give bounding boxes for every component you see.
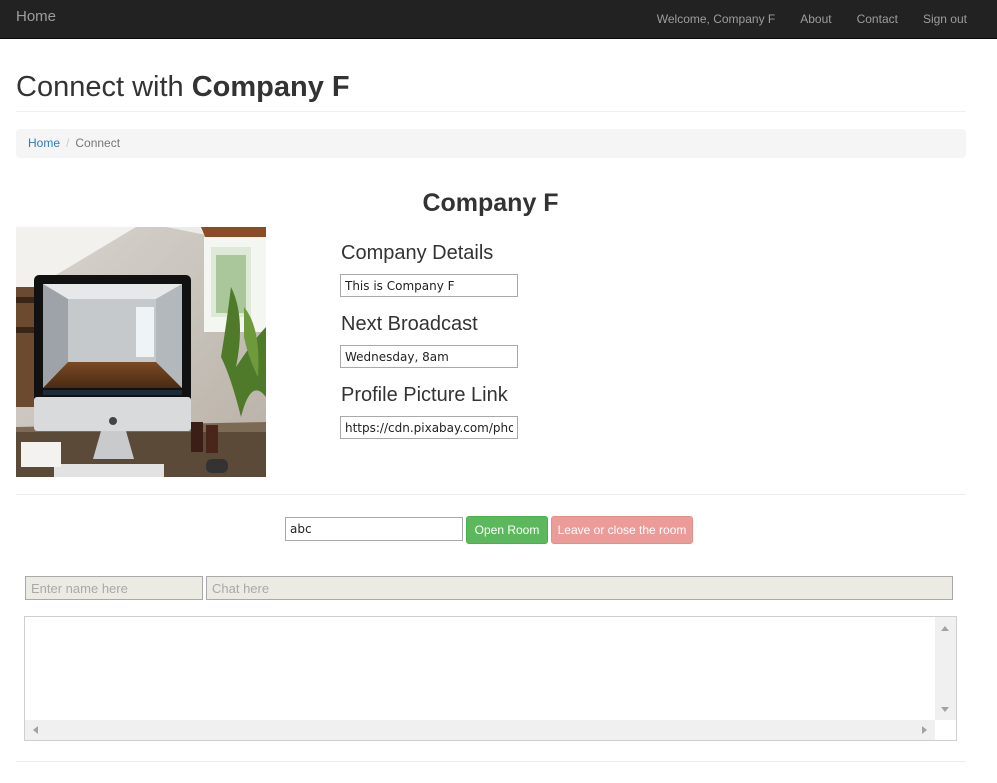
breadcrumb-separator: / [66, 136, 70, 150]
welcome-user-link[interactable]: Welcome, Company F [657, 12, 775, 26]
breadcrumb: Home / Connect [16, 129, 966, 158]
profile-picture-link-field[interactable] [340, 416, 518, 439]
vertical-scrollbar[interactable] [935, 617, 956, 720]
chat-message-input[interactable] [206, 576, 953, 600]
chat-name-input[interactable] [25, 576, 203, 600]
sign-out-link[interactable]: Sign out [923, 12, 967, 26]
page-title-company: Company F [191, 71, 350, 103]
chat-output-area[interactable] [24, 616, 957, 741]
company-details-label: Company Details [341, 242, 494, 264]
room-id-input[interactable] [285, 517, 463, 541]
scrollbar-corner [935, 720, 956, 740]
navbar-brand-home-link[interactable]: Home [16, 8, 56, 25]
breadcrumb-home-link[interactable]: Home [28, 136, 60, 150]
profile-picture-link-label: Profile Picture Link [341, 384, 508, 406]
top-navbar: Home Welcome, Company F About Contact Si… [0, 0, 997, 39]
navbar-right-links: Welcome, Company F About Contact Sign ou… [657, 0, 967, 38]
page-title: Connect with Company F [16, 68, 966, 106]
desktop-computer-photo-icon [16, 227, 266, 477]
company-details-field[interactable] [340, 274, 518, 297]
contact-link[interactable]: Contact [857, 12, 898, 26]
breadcrumb-current: Connect [75, 136, 121, 150]
scroll-left-arrow-icon[interactable] [33, 726, 38, 734]
next-broadcast-label: Next Broadcast [341, 313, 478, 335]
page-title-prefix: Connect with [16, 71, 192, 103]
scroll-down-arrow-icon[interactable] [941, 707, 949, 712]
horizontal-scrollbar[interactable] [25, 720, 935, 740]
footer-divider [16, 761, 966, 762]
about-link[interactable]: About [800, 12, 831, 26]
open-room-button[interactable]: Open Room [466, 516, 548, 544]
page-header: Connect with Company F [16, 68, 966, 112]
scroll-right-arrow-icon[interactable] [922, 726, 927, 734]
leave-room-button[interactable]: Leave or close the room [551, 516, 693, 544]
next-broadcast-field[interactable] [340, 345, 518, 368]
scroll-up-arrow-icon[interactable] [941, 626, 949, 631]
section-divider [16, 494, 966, 495]
company-heading: Company F [422, 189, 559, 217]
company-profile-photo [16, 227, 266, 477]
